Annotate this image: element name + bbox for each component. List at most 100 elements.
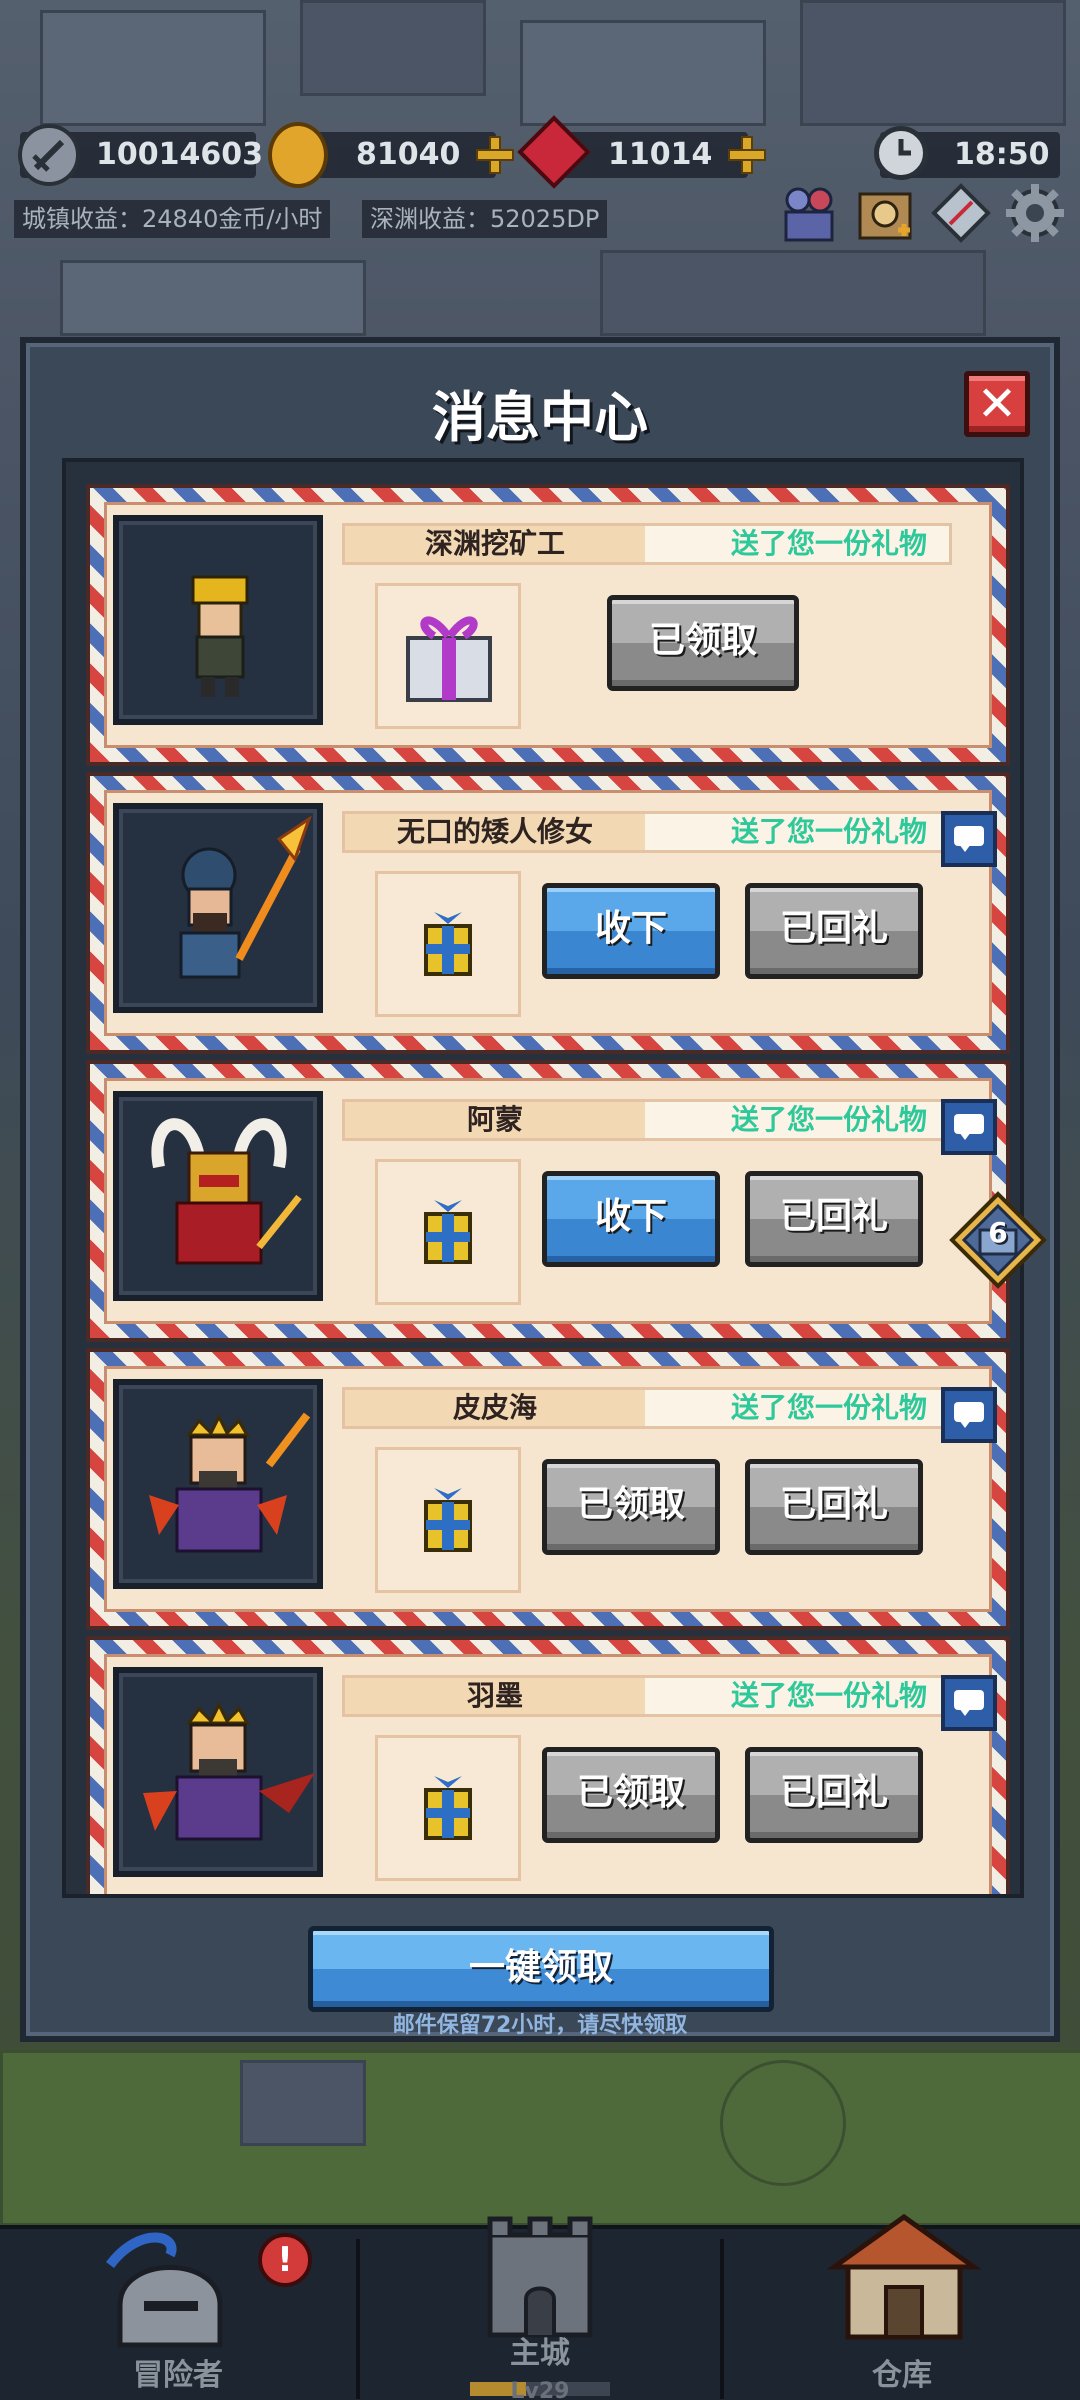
knight-helmet-icon [106,2232,223,2348]
bg-building [520,20,766,126]
nav-warehouse-label: 仓库 [872,2358,932,2393]
gift-note: 送了您一份礼物 [730,815,927,848]
gold-gift-icon [424,1776,472,1840]
card-body: 深渊挖矿工 送了您一份礼物 已领取 [104,502,992,748]
sender-strip: 皮皮海 送了您一份礼物 [342,1387,952,1429]
card-body: 皮皮海 送了您一份礼物 已领取 已回礼 [104,1366,997,1612]
accept-gift-button[interactable]: 收下 [542,883,720,979]
clock-time: 18:50 [954,137,1050,172]
miner-portrait-icon [191,575,249,697]
sender-strip: 羽墨 送了您一份礼物 [342,1675,952,1717]
sender-avatar[interactable] [113,1379,323,1589]
message-card: 皮皮海 送了您一份礼物 已领取 已回礼 [86,1348,1010,1630]
map-icon[interactable] [928,180,994,246]
chest-badge[interactable]: 6 [948,1190,1048,1290]
message-list[interactable]: 深渊挖矿工 送了您一份礼物 已领取 无口的矮人修女 送了您一份礼物 收下 已回礼… [62,458,1024,1898]
nav-adventurer-label: 冒险者 [133,2358,223,2393]
claimed-button[interactable]: 已领取 [542,1459,720,1555]
sender-strip: 深渊挖矿工 送了您一份礼物 [342,523,952,565]
chat-icon[interactable] [941,1387,997,1443]
message-card: 阿蒙 送了您一份礼物 收下 已回礼 [86,1060,1010,1342]
king-portrait-icon [149,1412,311,1553]
settings-gear-icon[interactable] [1002,180,1068,246]
chat-icon[interactable] [941,811,997,867]
king-portrait-icon [143,1701,315,1841]
bg-grass [0,2050,1080,2226]
dialog-title: 消息中心 [432,386,648,449]
gold-value: 81040 [356,137,461,172]
warehouse-icon [826,2213,982,2340]
bg-building [60,260,366,336]
gift-slot [375,583,521,729]
message-card: 深渊挖矿工 送了您一份礼物 已领取 [86,484,1010,766]
message-card: 羽墨 送了您一份礼物 已领取 已回礼 [86,1636,1010,1894]
sender-avatar[interactable] [113,515,323,725]
bg-building [800,0,1066,126]
bg-building [40,10,266,126]
message-card: 无口的矮人修女 送了您一份礼物 收下 已回礼 [86,772,1010,1054]
sender-avatar[interactable] [113,1667,323,1877]
nav-main-city-label: 主城 [510,2336,570,2371]
accept-gift-button[interactable]: 收下 [542,1171,720,1267]
retention-note: 邮件保留72小时，请尽快领取 [392,2013,688,2038]
purple-gift-icon [406,616,492,702]
gem-value: 11014 [608,137,713,172]
close-button[interactable]: ✕ [964,371,1030,437]
bg-building [300,0,486,96]
claimed-button[interactable]: 已领取 [607,595,799,691]
card-body: 羽墨 送了您一份礼物 已领取 已回礼 [104,1654,997,1894]
chest-count: 6 [988,1216,1008,1249]
gift-slot [375,871,521,1017]
sender-avatar[interactable] [113,803,323,1013]
castle-icon [487,2216,593,2338]
bg-building [600,250,986,336]
sender-name: 无口的矮人修女 [396,815,593,848]
town-income: 城镇收益：24840金币/小时 [14,200,331,238]
sender-strip: 无口的矮人修女 送了您一份礼物 [342,811,952,853]
returned-gift-button[interactable]: 已回礼 [745,1459,923,1555]
gift-slot [375,1735,521,1881]
add-gems-button[interactable] [728,136,766,174]
nav-adventurer[interactable]: ! 冒险者 [0,2229,356,2400]
gift-note: 送了您一份礼物 [730,1391,927,1424]
bottom-nav: ! 冒险者 主城 Lv29 仓库 [0,2213,1080,2400]
gift-note: 送了您一份礼物 [730,1103,927,1136]
team-icon[interactable] [776,180,842,246]
sender-name: 深渊挖矿工 [424,527,565,560]
gift-slot [375,1447,521,1593]
gift-note: 送了您一份礼物 [730,1679,927,1712]
chat-icon[interactable] [941,1675,997,1731]
clock-icon [874,126,928,180]
sender-name: 羽墨 [466,1679,523,1712]
gift-note: 送了您一份礼物 [730,527,927,560]
power-value: 10014603 [96,137,263,172]
sender-strip: 阿蒙 送了您一份礼物 [342,1099,952,1141]
card-body: 无口的矮人修女 送了您一份礼物 收下 已回礼 [104,790,997,1036]
add-gold-button[interactable] [476,136,514,174]
alert-badge-icon: ! [258,2233,312,2287]
dwarf-nun-portrait-icon [179,815,312,979]
abyss-income: 深渊收益：52025DP [362,200,608,238]
event-icon[interactable] [852,180,918,246]
gold-gift-icon [424,1488,472,1552]
gold-gift-icon [424,912,472,976]
returned-gift-button[interactable]: 已回礼 [745,883,923,979]
claimed-button[interactable]: 已领取 [542,1747,720,1843]
message-center-dialog: 消息中心 ✕ 深渊挖矿工 送了您一份礼物 已领取 无口的矮人修女 送了您一份礼物… [20,337,1060,2042]
sender-name: 皮皮海 [452,1391,537,1424]
sender-avatar[interactable] [113,1091,323,1301]
returned-gift-button[interactable]: 已回礼 [745,1747,923,1843]
nav-main-city[interactable]: 主城 Lv29 [360,2216,720,2400]
sender-name: 阿蒙 [466,1103,523,1136]
claim-all-button[interactable]: 一键领取 [308,1926,774,2012]
bg-tree [720,2060,846,2186]
returned-gift-button[interactable]: 已回礼 [745,1171,923,1267]
bg-building [240,2060,366,2146]
power-icon [18,124,80,186]
nav-warehouse[interactable]: 仓库 [724,2213,1080,2400]
gold-coin-icon [268,122,328,188]
amon-portrait-icon [151,1118,302,1265]
chat-icon[interactable] [941,1099,997,1155]
gold-gift-icon [424,1200,472,1264]
nav-main-city-level: Lv29 [510,2379,570,2400]
